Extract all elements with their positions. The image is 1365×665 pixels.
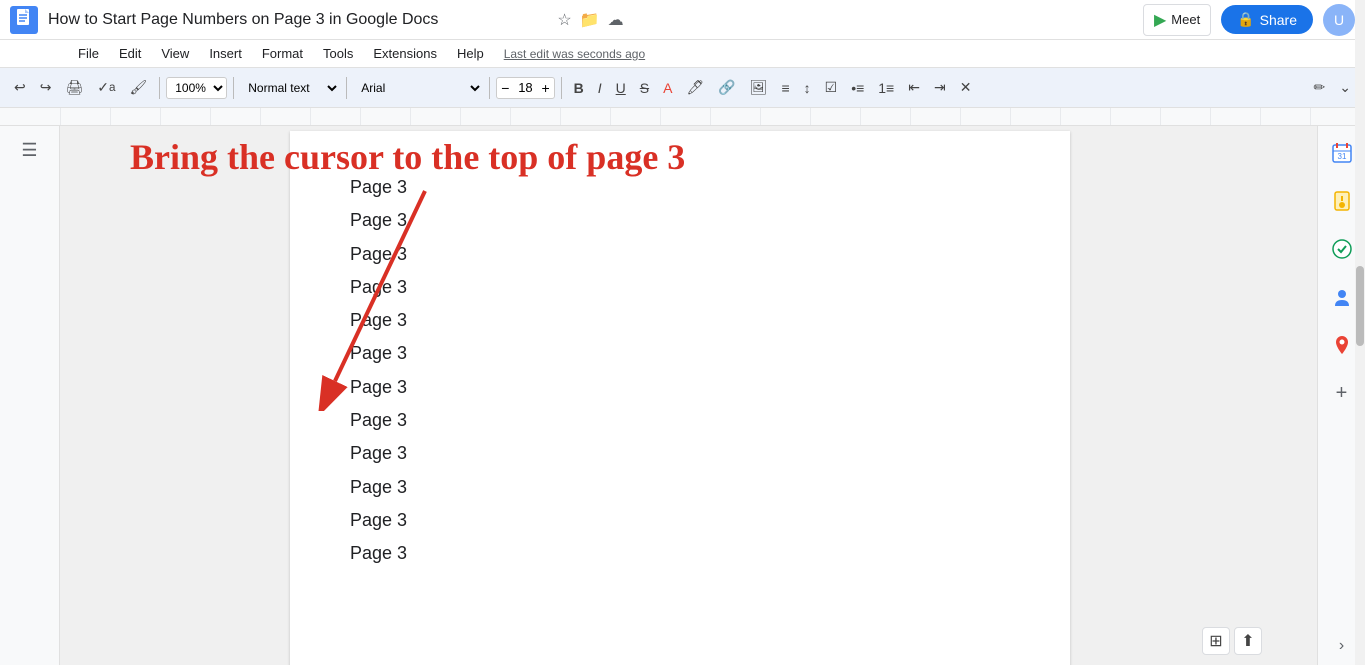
menu-tools[interactable]: Tools (315, 44, 361, 63)
show-document-outline-icon[interactable]: ☰ (15, 134, 43, 167)
page-line-10: Page 3 (350, 471, 1010, 504)
menu-insert[interactable]: Insert (201, 44, 250, 63)
svg-text:31: 31 (1337, 152, 1346, 161)
menu-bar: File Edit View Insert Format Tools Exten… (0, 40, 1365, 68)
ruler (0, 108, 1365, 126)
link-button[interactable]: 🔗 (712, 75, 741, 100)
undo-button[interactable]: ↩ (8, 75, 32, 100)
expand-page-button[interactable]: ⬆ (1234, 627, 1262, 655)
toolbar-separator-2 (233, 77, 234, 99)
vertical-scrollbar[interactable] (1355, 0, 1365, 665)
share-label: Share (1260, 12, 1297, 28)
keep-icon[interactable] (1325, 184, 1359, 224)
checklist-button[interactable]: ☑ (819, 75, 844, 100)
expand-panel-button[interactable]: › (1333, 631, 1350, 661)
right-side-panel: 31 (1317, 126, 1365, 665)
expand-button[interactable]: ⌄ (1333, 75, 1357, 100)
folder-icon[interactable]: 📁 (580, 10, 600, 30)
menu-view[interactable]: View (153, 44, 197, 63)
font-size-group: − 18 + (496, 77, 554, 99)
menu-format[interactable]: Format (254, 44, 311, 63)
line-spacing-button[interactable]: ↕ (798, 76, 817, 100)
tasks-icon[interactable] (1325, 232, 1359, 272)
title-bar: How to Start Page Numbers on Page 3 in G… (0, 0, 1365, 40)
arrow-graphic (305, 181, 465, 411)
menu-help[interactable]: Help (449, 44, 492, 63)
highlight-button[interactable]: 🖊 (680, 75, 710, 100)
toolbar-separator-3 (346, 77, 347, 99)
page-line-11: Page 3 (350, 504, 1010, 537)
bullet-list-button[interactable]: •≡ (845, 76, 870, 100)
left-sidebar: ☰ (0, 126, 60, 665)
menu-file[interactable]: File (70, 44, 107, 63)
font-select[interactable]: Arial Times New Roman (353, 77, 483, 99)
clear-format-button[interactable]: ✕ (954, 75, 978, 100)
text-color-button[interactable]: A (657, 76, 678, 100)
maps-icon[interactable] (1325, 328, 1359, 368)
calendar-icon[interactable]: 31 (1325, 136, 1359, 176)
contacts-icon[interactable] (1325, 280, 1359, 320)
font-size-value[interactable]: 18 (513, 80, 537, 95)
print-button[interactable]: 🖨 (59, 75, 89, 100)
toolbar: ↩ ↪ 🖨 ✓a 🖌 100% 75% 125% Normal text Hea… (0, 68, 1365, 108)
spellcheck-button[interactable]: ✓a (91, 75, 121, 100)
decrease-indent-button[interactable]: ⇤ (902, 75, 926, 100)
meet-icon: ▶ (1154, 10, 1166, 30)
toolbar-separator-5 (561, 77, 562, 99)
bottom-right-buttons: ⊞ ⬆ (1202, 627, 1262, 655)
editing-mode-button[interactable]: ✏ (1308, 75, 1332, 100)
numbered-list-button[interactable]: 1≡ (872, 76, 900, 100)
insert-image-button[interactable]: 🖼 (744, 75, 774, 100)
cloud-icon[interactable]: ☁ (608, 10, 624, 30)
align-button[interactable]: ≡ (775, 76, 795, 100)
annotation-text: Bring the cursor to the top of page 3 (130, 136, 685, 178)
menu-extensions[interactable]: Extensions (365, 44, 445, 63)
increase-indent-button[interactable]: ⇥ (928, 75, 952, 100)
add-apps-button[interactable]: + (1330, 376, 1354, 411)
user-avatar[interactable]: U (1323, 4, 1355, 36)
lock-icon: 🔒 (1237, 11, 1254, 28)
font-size-decrease[interactable]: − (497, 78, 513, 98)
italic-button[interactable]: I (592, 76, 608, 100)
ruler-inner (60, 108, 1345, 125)
zoom-select[interactable]: 100% 75% 125% (166, 77, 227, 99)
meet-button[interactable]: ▶ Meet (1143, 4, 1211, 36)
scrollbar-thumb[interactable] (1356, 266, 1364, 346)
fit-page-button[interactable]: ⊞ (1202, 627, 1230, 655)
main-area: ☰ Bring the cursor to the top of page 3 … (0, 126, 1365, 665)
redo-button[interactable]: ↪ (34, 75, 58, 100)
star-icon[interactable]: ☆ (557, 10, 571, 30)
underline-button[interactable]: U (610, 76, 632, 100)
font-size-increase[interactable]: + (537, 78, 553, 98)
doc-icon (10, 6, 38, 34)
bold-button[interactable]: B (568, 76, 590, 100)
strikethrough-button[interactable]: S (634, 76, 655, 100)
share-button[interactable]: 🔒 Share (1221, 5, 1313, 34)
last-edit-status[interactable]: Last edit was seconds ago (504, 47, 645, 61)
menu-edit[interactable]: Edit (111, 44, 149, 63)
document-area: Bring the cursor to the top of page 3 Pa… (60, 126, 1317, 665)
paragraph-style-select[interactable]: Normal text Heading 1 Heading 2 (240, 77, 340, 99)
page-line-9: Page 3 (350, 437, 1010, 470)
document-title: How to Start Page Numbers on Page 3 in G… (48, 11, 547, 29)
page-line-12: Page 3 (350, 537, 1010, 570)
toolbar-separator-4 (489, 77, 490, 99)
title-icons: ☆ 📁 ☁ (557, 10, 623, 30)
paint-format-button[interactable]: 🖌 (123, 75, 153, 100)
toolbar-separator-1 (159, 77, 160, 99)
meet-label: Meet (1171, 12, 1200, 27)
